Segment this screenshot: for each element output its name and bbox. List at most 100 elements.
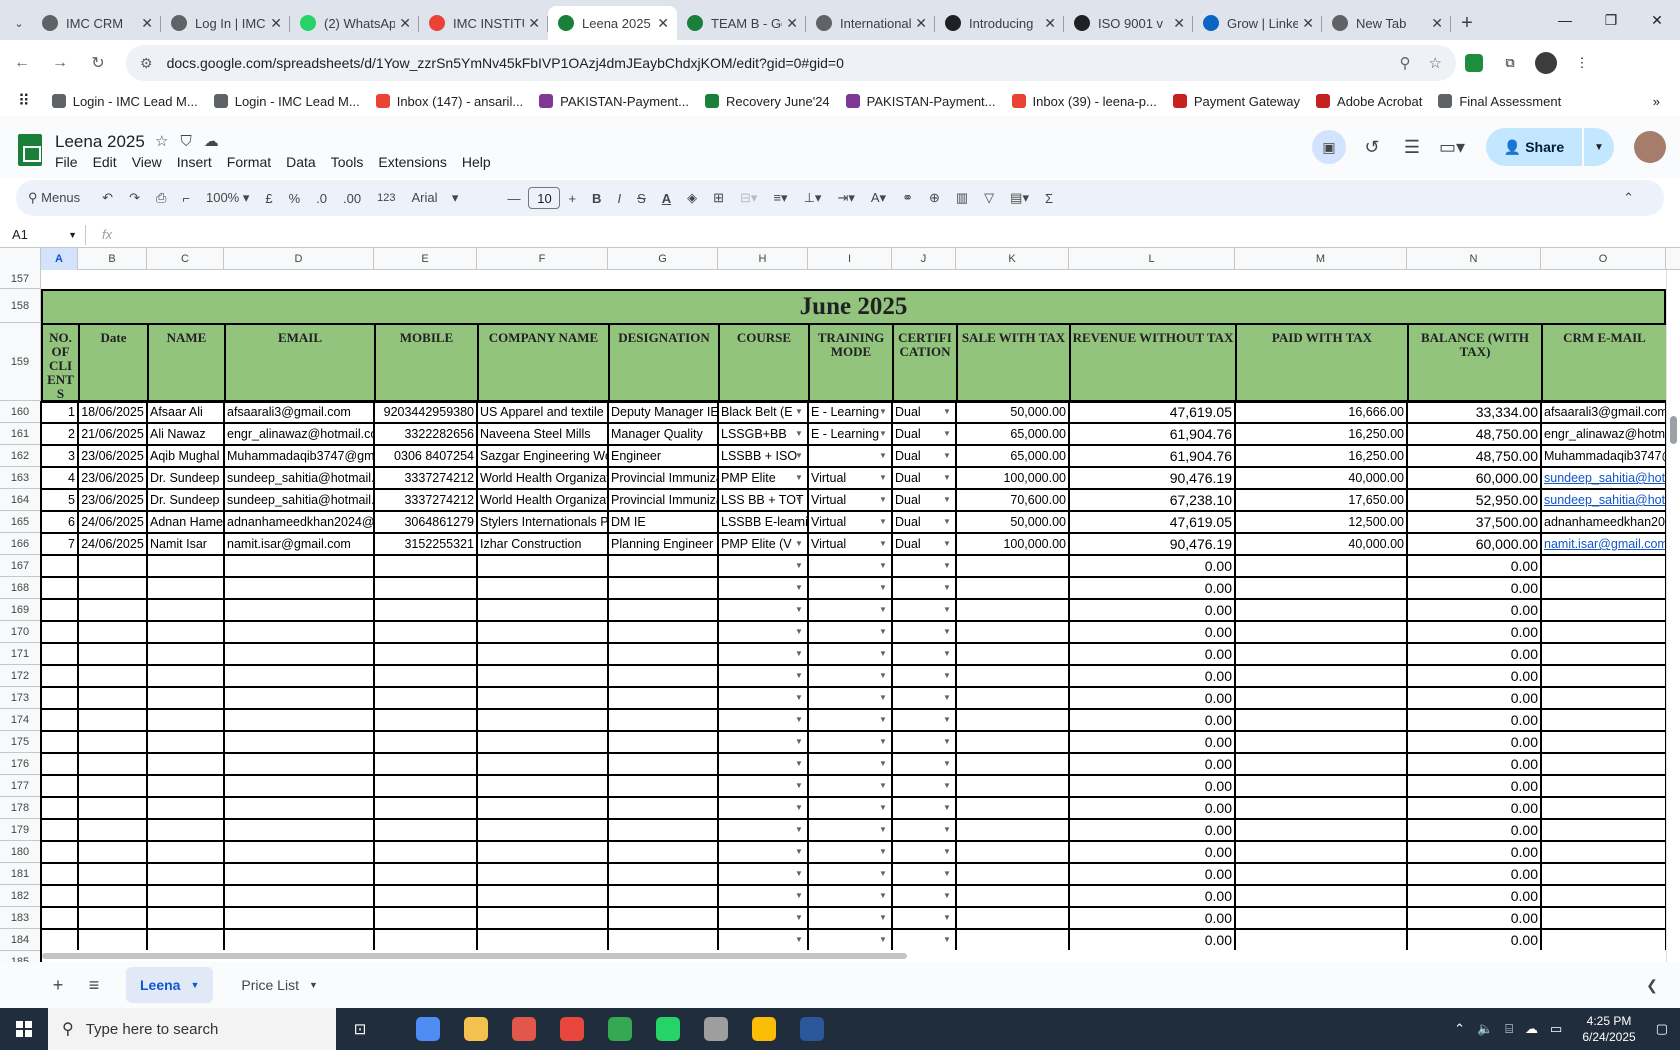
row-header[interactable]: 169: [0, 599, 41, 621]
bookmark-item[interactable]: Final Assessment: [1438, 94, 1561, 109]
bookmark-item[interactable]: PAKISTAN-Payment...: [845, 94, 996, 109]
fill-color-icon[interactable]: ◈: [687, 190, 697, 206]
new-tab-button[interactable]: +: [1451, 6, 1483, 40]
row-header[interactable]: 174: [0, 709, 41, 731]
row-header[interactable]: 182: [0, 885, 41, 907]
data-cell[interactable]: 3337274212: [374, 467, 477, 489]
dropdown-chevron-icon[interactable]: ▼: [795, 781, 803, 790]
insert-comment-icon[interactable]: ⊕: [929, 190, 940, 206]
bookmark-item[interactable]: Payment Gateway: [1172, 94, 1300, 109]
dropdown-chevron-icon[interactable]: ▼: [943, 539, 951, 548]
dropdown-chevron-icon[interactable]: ▼: [943, 869, 951, 878]
menu-insert[interactable]: Insert: [177, 154, 212, 170]
column-header-k[interactable]: K: [956, 248, 1069, 270]
restore-icon[interactable]: ❐: [1588, 0, 1634, 40]
clock[interactable]: 4:25 PM 6/24/2025: [1582, 1013, 1635, 1045]
share-button[interactable]: 👤 Share: [1486, 128, 1582, 166]
data-cell[interactable]: 3064861279: [374, 511, 477, 533]
undo-icon[interactable]: ↶: [102, 190, 113, 206]
data-cell[interactable]: 47,619.05: [1069, 401, 1235, 423]
column-header-n[interactable]: N: [1407, 248, 1541, 270]
more-formats-button[interactable]: 123: [377, 192, 395, 204]
data-cell[interactable]: 100,000.00: [956, 533, 1069, 555]
taskbar-chrome-icon[interactable]: [596, 1008, 644, 1050]
font-size-decrease-icon[interactable]: —: [507, 191, 520, 206]
row-header[interactable]: 170: [0, 621, 41, 643]
dropdown-chevron-icon[interactable]: ▼: [943, 891, 951, 900]
dropdown-chevron-icon[interactable]: ▼: [943, 693, 951, 702]
data-cell[interactable]: Naveena Steel Mills: [477, 423, 608, 445]
row-header[interactable]: 158: [0, 289, 41, 323]
balance-cell[interactable]: 0.00: [1407, 599, 1541, 621]
data-cell[interactable]: sundeep_sahitia@hotmail.com: [1541, 467, 1666, 489]
dropdown-chevron-icon[interactable]: ▼: [795, 583, 803, 592]
formula-input[interactable]: [112, 225, 1680, 245]
dropdown-chevron-icon[interactable]: ▼: [879, 869, 887, 878]
dropdown-chevron-icon[interactable]: ▼: [943, 737, 951, 746]
row-header[interactable]: 167: [0, 555, 41, 577]
dropdown-chevron-icon[interactable]: ▼: [943, 781, 951, 790]
balance-cell[interactable]: 0.00: [1407, 643, 1541, 665]
tab-close-icon[interactable]: ✕: [528, 15, 540, 32]
bookmark-item[interactable]: Recovery June'24: [705, 94, 830, 109]
browser-tab[interactable]: Log In | IMC ✕: [161, 6, 290, 40]
revenue-cell[interactable]: 0.00: [1069, 709, 1235, 731]
data-cell[interactable]: 4: [41, 467, 78, 489]
url-text[interactable]: docs.google.com/spreadsheets/d/1Yow_zzrS…: [167, 55, 1382, 71]
bold-icon[interactable]: B: [592, 191, 601, 206]
dropdown-chevron-icon[interactable]: ▼: [879, 407, 887, 416]
row-header[interactable]: 159: [0, 323, 41, 401]
column-header-e[interactable]: E: [374, 248, 477, 270]
column-header-j[interactable]: J: [892, 248, 956, 270]
data-cell[interactable]: 23/06/2025: [78, 445, 147, 467]
insert-link-icon[interactable]: ⚭: [902, 190, 913, 206]
revenue-cell[interactable]: 0.00: [1069, 885, 1235, 907]
column-header-c[interactable]: C: [147, 248, 224, 270]
data-cell[interactable]: 60,000.00: [1407, 533, 1541, 555]
data-cell[interactable]: 16,250.00: [1235, 423, 1407, 445]
display-icon[interactable]: ▭: [1550, 1021, 1562, 1037]
data-cell[interactable]: 0306 8407254: [374, 445, 477, 467]
filter-views-icon[interactable]: ▤▾: [1010, 190, 1029, 206]
data-cell[interactable]: 12,500.00: [1235, 511, 1407, 533]
browser-tab[interactable]: International ✕: [806, 6, 935, 40]
data-cell[interactable]: 16,666.00: [1235, 401, 1407, 423]
dropdown-chevron-icon[interactable]: ▼: [943, 847, 951, 856]
bookmark-item[interactable]: Login - IMC Lead M...: [213, 94, 360, 109]
data-cell[interactable]: 52,950.00: [1407, 489, 1541, 511]
dropdown-chevron-icon[interactable]: ▼: [943, 825, 951, 834]
data-cell[interactable]: 6: [41, 511, 78, 533]
balance-cell[interactable]: 0.00: [1407, 907, 1541, 929]
balance-cell[interactable]: 0.00: [1407, 797, 1541, 819]
data-cell[interactable]: sundeep_sahitia@hotmail.com: [224, 467, 374, 489]
network-icon[interactable]: ⌸: [1505, 1021, 1513, 1037]
apps-grid-icon[interactable]: ⠿: [18, 91, 30, 111]
column-header-m[interactable]: M: [1235, 248, 1407, 270]
video-call-icon[interactable]: ▭▾: [1432, 137, 1472, 158]
dropdown-chevron-icon[interactable]: ▼: [943, 451, 951, 460]
tab-close-icon[interactable]: ✕: [786, 15, 798, 32]
cloud-status-icon[interactable]: ☁: [204, 133, 231, 150]
dropdown-chevron-icon[interactable]: ▼: [795, 671, 803, 680]
revenue-cell[interactable]: 0.00: [1069, 775, 1235, 797]
revenue-cell[interactable]: 0.00: [1069, 665, 1235, 687]
paint-format-icon[interactable]: ⌐: [182, 191, 190, 206]
revenue-cell[interactable]: 0.00: [1069, 841, 1235, 863]
balance-cell[interactable]: 0.00: [1407, 555, 1541, 577]
data-cell[interactable]: 24/06/2025: [78, 511, 147, 533]
tab-close-icon[interactable]: ✕: [1044, 15, 1056, 32]
taskbar-search[interactable]: ⚲ Type here to search: [48, 1008, 336, 1050]
data-cell[interactable]: sundeep_sahitia@hotmail.com: [224, 489, 374, 511]
vertical-align-icon[interactable]: ⊥▾: [804, 190, 822, 206]
row-header[interactable]: 176: [0, 753, 41, 775]
data-cell[interactable]: 60,000.00: [1407, 467, 1541, 489]
browser-tab[interactable]: ISO 9001 v ✕: [1064, 6, 1193, 40]
revenue-cell[interactable]: 0.00: [1069, 643, 1235, 665]
bookmark-item[interactable]: Login - IMC Lead M...: [51, 94, 198, 109]
row-header[interactable]: 175: [0, 731, 41, 753]
bookmark-item[interactable]: PAKISTAN-Payment...: [539, 94, 689, 109]
data-cell[interactable]: 9203442959380: [374, 401, 477, 423]
data-cell[interactable]: 3337274212: [374, 489, 477, 511]
dropdown-chevron-icon[interactable]: ▼: [795, 539, 803, 548]
row-header[interactable]: 164: [0, 489, 41, 511]
